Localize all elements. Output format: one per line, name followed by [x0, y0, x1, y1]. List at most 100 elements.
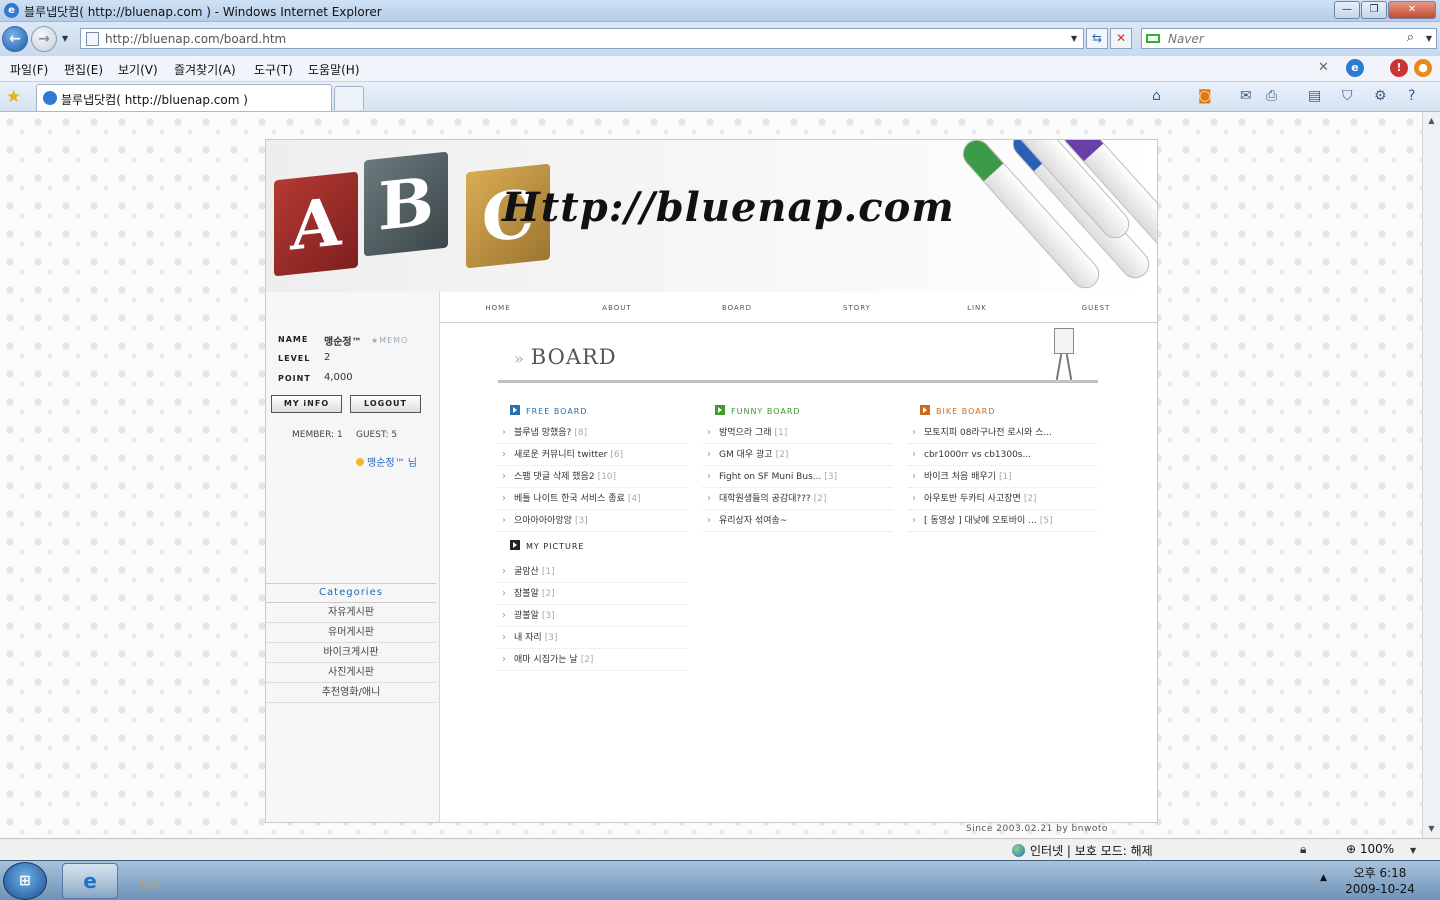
- list-item[interactable]: 바이크 처음 배우기[1]: [908, 466, 1098, 488]
- list-item[interactable]: 유리상자 섞여송~: [703, 510, 893, 532]
- list-item[interactable]: 모토지피 08라구나전 로시와 스...: [908, 422, 1098, 444]
- list-item[interactable]: 굴암산[1]: [498, 561, 688, 583]
- lock-icon[interactable]: 🔒︎: [1300, 842, 1306, 857]
- addon-orange-icon[interactable]: ●: [1414, 59, 1432, 77]
- site-banner: A B C Http://bluenap.com: [266, 140, 1157, 292]
- memo-link[interactable]: ★MEMO: [371, 336, 408, 345]
- nav-board[interactable]: BOARD: [692, 304, 782, 312]
- category-bike[interactable]: 바이크게시판: [266, 643, 436, 663]
- page-menu-icon[interactable]: ▤: [1308, 88, 1321, 104]
- security-zone-text: 인터넷 | 보호 모드: 해제: [1030, 844, 1153, 858]
- new-tab-button[interactable]: [334, 86, 364, 110]
- list-item[interactable]: 블루냅 망했음?[8]: [498, 422, 688, 444]
- list-item[interactable]: 대학원생들의 공감대???[2]: [703, 488, 893, 510]
- bike-board-title[interactable]: BIKE BOARD: [920, 405, 995, 416]
- security-zone[interactable]: 인터넷 | 보호 모드: 해제: [1012, 842, 1153, 859]
- start-button[interactable]: ⊞: [3, 862, 47, 900]
- refresh-icon: ⇆: [1091, 31, 1103, 45]
- zoom-icon: ⊕: [1346, 842, 1357, 856]
- addon-red-icon[interactable]: !: [1390, 59, 1408, 77]
- close-button[interactable]: ✕: [1388, 1, 1436, 19]
- page-icon: [86, 32, 99, 46]
- gear-icon[interactable]: ⚙: [1374, 88, 1387, 104]
- tray-expand-icon[interactable]: ▲: [1320, 873, 1327, 883]
- nav-guest[interactable]: GUEST: [1051, 304, 1141, 312]
- block-a: A: [274, 171, 358, 277]
- rss-icon[interactable]: ◙: [1198, 88, 1212, 104]
- nav-story[interactable]: STORY: [812, 304, 902, 312]
- ie-addon-icon[interactable]: e: [1346, 59, 1364, 77]
- minimize-button[interactable]: —: [1334, 1, 1360, 19]
- address-dropdown-icon[interactable]: ▼: [1071, 34, 1077, 43]
- user-level: 2: [324, 352, 331, 363]
- menu-edit[interactable]: 편집(E): [64, 61, 103, 78]
- board-title-text: BOARD: [530, 345, 617, 369]
- back-button[interactable]: ←: [2, 26, 28, 52]
- zoom-dropdown-icon[interactable]: ▼: [1410, 846, 1416, 855]
- list-item[interactable]: Fight on SF Muni Bus...[3]: [703, 466, 893, 488]
- list-item[interactable]: 새로운 커뮤니티 twitter[6]: [498, 444, 688, 466]
- tab-bluenap[interactable]: 블루냅닷컴( http://bluenap.com ): [36, 84, 332, 111]
- refresh-button[interactable]: ⇆: [1086, 28, 1108, 49]
- system-clock[interactable]: 오후 6:18 2009-10-24: [1340, 865, 1420, 897]
- history-dropdown-icon[interactable]: ▼: [62, 34, 68, 43]
- maximize-button[interactable]: ❐: [1361, 1, 1387, 19]
- vertical-scrollbar[interactable]: ▲ ▼: [1422, 112, 1440, 838]
- my-picture-title[interactable]: MY PICTURE: [510, 540, 584, 551]
- menu-view[interactable]: 보기(V): [118, 61, 158, 78]
- close-toolbar-icon[interactable]: ✕: [1318, 60, 1329, 75]
- category-movie[interactable]: 추천영화/애니: [266, 683, 436, 703]
- help-icon[interactable]: ?: [1408, 88, 1415, 104]
- list-item[interactable]: 광볼알[3]: [498, 605, 688, 627]
- list-item[interactable]: 애마 시집가는 날[2]: [498, 649, 688, 671]
- category-free[interactable]: 자유게시판: [266, 603, 436, 623]
- search-box[interactable]: ⌕ ▼: [1141, 28, 1437, 49]
- list-item[interactable]: 밤먹으라 그래[1]: [703, 422, 893, 444]
- zoom-text: 100%: [1359, 842, 1395, 856]
- category-photo[interactable]: 사진게시판: [266, 663, 436, 683]
- member-count: MEMBER: 1: [292, 430, 343, 440]
- list-item[interactable]: 스팸 댓글 삭제 했음2[10]: [498, 466, 688, 488]
- nav-about[interactable]: ABOUT: [572, 304, 662, 312]
- mail-icon[interactable]: ✉: [1240, 88, 1252, 104]
- search-dropdown-icon[interactable]: ▼: [1426, 34, 1432, 43]
- zoom-level[interactable]: ⊕ 100%: [1346, 842, 1394, 856]
- list-item[interactable]: GM 대우 광고[2]: [703, 444, 893, 466]
- back-arrow-icon: ←: [9, 31, 21, 47]
- search-input[interactable]: [1168, 32, 1398, 46]
- taskbar-explorer-button[interactable]: ▭: [122, 863, 178, 899]
- list-item[interactable]: 아우토반 두카티 사고장면[2]: [908, 488, 1098, 510]
- menu-tools[interactable]: 도구(T): [254, 61, 293, 78]
- nav-home[interactable]: HOME: [453, 304, 543, 312]
- menu-help[interactable]: 도움말(H): [308, 61, 360, 78]
- funny-board-title-text: FUNNY BOARD: [731, 407, 801, 416]
- list-item[interactable]: 내 자리[3]: [498, 627, 688, 649]
- category-humor[interactable]: 유머게시판: [266, 623, 436, 643]
- address-bar[interactable]: ▼: [80, 28, 1084, 49]
- list-item[interactable]: [ 동영상 ] 대낮에 오토바이 ...[5]: [908, 510, 1098, 532]
- scroll-up-icon[interactable]: ▲: [1423, 112, 1440, 129]
- funny-board-title[interactable]: FUNNY BOARD: [715, 405, 801, 416]
- taskbar-ie-button[interactable]: e: [62, 863, 118, 899]
- printer-icon[interactable]: ⎙: [1266, 88, 1277, 104]
- star-icon[interactable]: ★: [6, 87, 21, 107]
- my-info-button[interactable]: MY iNFO: [271, 395, 342, 413]
- menu-favorites[interactable]: 즐겨찾기(A): [174, 61, 236, 78]
- user-point: 4,000: [324, 372, 353, 383]
- search-icon[interactable]: ⌕: [1407, 30, 1414, 45]
- nav-link[interactable]: LINK: [932, 304, 1022, 312]
- list-item[interactable]: 베틀 나이트 한국 서비스 종료[4]: [498, 488, 688, 510]
- shield-icon[interactable]: ⛉: [1342, 88, 1353, 104]
- menu-file[interactable]: 파일(F): [10, 61, 48, 78]
- home-icon[interactable]: ⌂: [1152, 88, 1161, 104]
- list-item[interactable]: 으아아아아앙앙[3]: [498, 510, 688, 532]
- logout-button[interactable]: LOGOUT: [350, 395, 421, 413]
- address-input[interactable]: [105, 31, 1055, 46]
- list-item[interactable]: cbr1000rr vs cb1300s...: [908, 444, 1098, 466]
- free-board-title[interactable]: FREE BOARD: [510, 405, 588, 416]
- user-name: 맹순정™: [324, 337, 362, 348]
- list-item[interactable]: 잠볼알[2]: [498, 583, 688, 605]
- forward-button[interactable]: →: [31, 26, 57, 52]
- stop-button[interactable]: ✕: [1110, 28, 1132, 49]
- scroll-down-icon[interactable]: ▼: [1423, 820, 1440, 837]
